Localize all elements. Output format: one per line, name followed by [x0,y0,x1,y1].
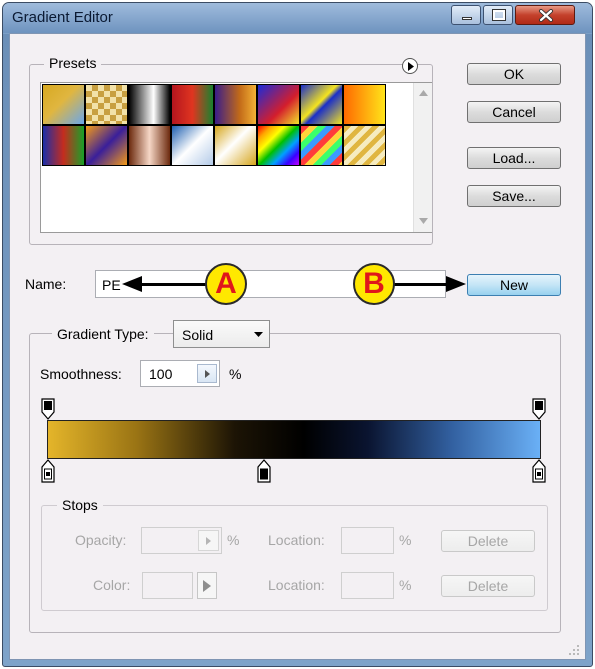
cancel-button[interactable]: Cancel [467,101,561,123]
delete-color-stop-button[interactable]: Delete [441,575,535,597]
preset-swatch[interactable] [214,84,257,125]
color-location-unit: % [399,577,412,593]
gradient-type-label: Gradient Type: [52,326,154,342]
color-menu-button[interactable] [197,572,217,599]
ok-button[interactable]: OK [467,63,561,85]
opacity-label: Opacity: [75,532,127,548]
play-icon [205,370,210,378]
name-input-value: PE [102,277,121,293]
chevron-down-icon [254,332,263,337]
smoothness-value: 100 [149,366,173,382]
presets-menu-button[interactable] [402,58,418,74]
preset-swatch[interactable] [257,125,300,166]
play-icon [206,537,211,545]
preset-swatch[interactable] [42,84,85,125]
color-location-label: Location: [268,577,325,593]
opacity-location-input[interactable] [341,527,394,554]
color-location-input[interactable] [341,572,394,599]
presets-list[interactable] [40,82,432,233]
annotation-line-a [140,283,210,286]
maximize-icon [492,9,506,21]
load-button[interactable]: Load... [467,147,561,169]
color-label: Color: [93,577,131,593]
gradient-preview-bar[interactable] [47,420,541,459]
smoothness-input[interactable]: 100 [140,360,220,387]
opacity-unit: % [227,532,240,548]
scroll-down-icon[interactable] [419,218,428,224]
close-button[interactable] [515,5,575,25]
annotation-marker-a: A [205,263,247,305]
presets-label: Presets [44,55,102,71]
play-icon [408,62,414,71]
smoothness-label: Smoothness: [40,366,122,382]
preset-swatch[interactable] [257,84,300,125]
preset-swatch[interactable] [343,125,386,166]
window-title: Gradient Editor [12,9,113,26]
opacity-input[interactable] [141,527,222,554]
play-icon [203,580,211,592]
smoothness-slider-button[interactable] [197,364,217,383]
opacity-slider-button[interactable] [198,530,219,551]
preset-swatch[interactable] [128,84,171,125]
minimize-icon [462,17,472,20]
preset-swatch[interactable] [214,125,257,166]
preset-swatch[interactable] [85,84,128,125]
preset-swatch[interactable] [42,125,85,166]
presets-scrollbar[interactable] [413,83,432,232]
close-icon [539,9,553,22]
save-button[interactable]: Save... [467,185,561,207]
color-stop-right[interactable] [532,459,546,483]
smoothness-unit: % [229,366,242,382]
arrow-left-head [122,276,142,292]
annotation-marker-b: B [353,263,395,305]
preset-swatch[interactable] [300,125,343,166]
scroll-up-icon[interactable] [419,90,428,96]
gradient-type-value: Solid [182,327,214,343]
color-stop-left[interactable] [41,459,55,483]
opacity-location-label: Location: [268,532,325,548]
resize-grip-icon[interactable] [566,642,580,656]
color-swatch[interactable] [142,572,193,599]
preset-swatch[interactable] [171,125,214,166]
preset-swatch[interactable] [171,84,214,125]
name-label: Name: [25,276,67,292]
opacity-location-unit: % [399,532,412,548]
gradient-type-select[interactable]: Solid [173,320,270,348]
minimize-button[interactable] [451,5,481,25]
preset-swatch[interactable] [128,125,171,166]
maximize-button[interactable] [483,5,513,25]
annotation-line-b [392,283,450,286]
opacity-stop-left[interactable] [41,398,55,420]
preset-swatch[interactable] [343,84,386,125]
preset-swatch[interactable] [85,125,128,166]
preset-swatch[interactable] [300,84,343,125]
stops-label: Stops [57,497,103,513]
new-button[interactable]: New [467,274,561,296]
opacity-stop-right[interactable] [532,398,546,420]
delete-opacity-stop-button[interactable]: Delete [441,530,535,552]
color-stop-middle[interactable] [257,459,271,483]
